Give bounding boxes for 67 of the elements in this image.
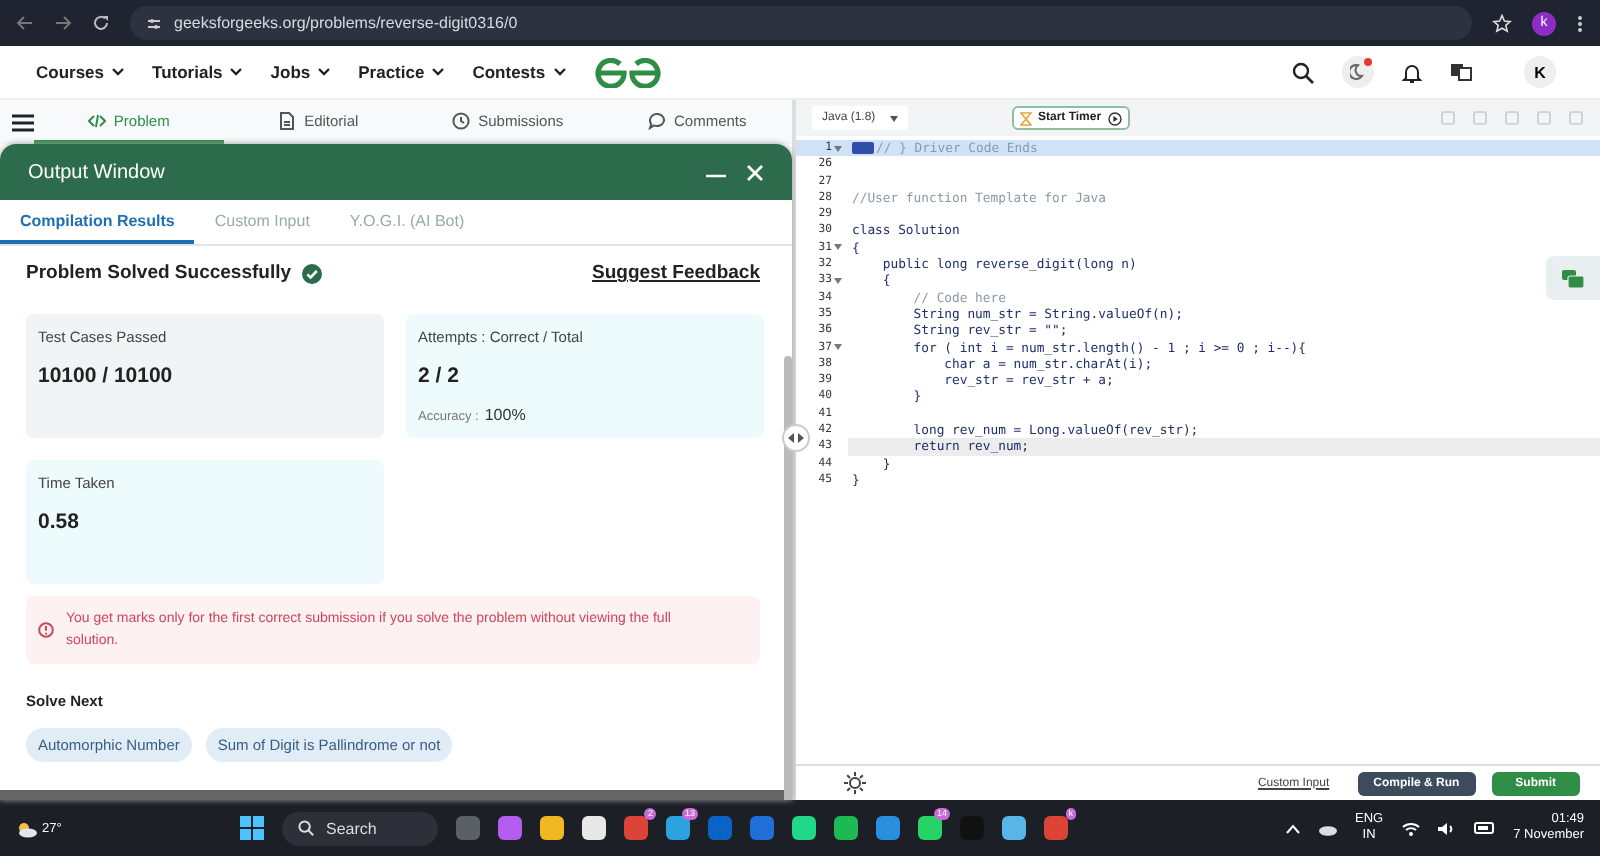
volume-icon[interactable] [1437, 821, 1456, 835]
app-icon[interactable] [1002, 816, 1026, 840]
chevron-icon [318, 68, 331, 76]
chevron-up-icon[interactable] [1285, 823, 1299, 833]
arrows-icon [788, 432, 804, 444]
app-icon[interactable] [582, 816, 606, 840]
close-icon[interactable] [746, 163, 764, 181]
check-circle-icon [301, 263, 322, 283]
chevron-icon [112, 68, 125, 76]
status-message: Problem Solved Successfully [26, 262, 292, 284]
nav-menu[interactable]: Contests [472, 62, 566, 82]
chevron-icon [553, 68, 566, 76]
folded-code-marker[interactable] [852, 142, 874, 155]
fold-arrow-icon[interactable] [834, 278, 842, 285]
moon-icon [1350, 64, 1366, 80]
search-field[interactable]: Search [282, 811, 438, 845]
caret-icon [890, 115, 898, 121]
fold-arrow-icon[interactable] [834, 145, 842, 152]
app-icon[interactable] [792, 816, 816, 840]
logo-icon [593, 57, 662, 87]
clock-icon [452, 111, 471, 129]
user-avatar[interactable]: K [1524, 56, 1556, 88]
battery-icon[interactable] [1473, 822, 1496, 834]
reload-icon[interactable] [92, 14, 110, 32]
chat-bubble-icon [647, 111, 666, 129]
hourglass-icon [1020, 111, 1032, 125]
app-icon[interactable] [540, 816, 564, 840]
feedback-link[interactable]: Suggest Feedback [592, 262, 760, 284]
app-icon[interactable] [834, 816, 858, 840]
nav-menu[interactable]: Courses [36, 62, 125, 82]
nav-menu[interactable]: Jobs [270, 62, 331, 82]
start-icon[interactable] [240, 816, 264, 840]
accuracy-value: 100% [484, 406, 526, 424]
output-tab[interactable]: Compilation Results [0, 200, 195, 244]
back-icon[interactable] [16, 14, 34, 32]
forward-icon[interactable] [54, 14, 72, 32]
nav-menu[interactable]: Tutorials [152, 62, 243, 82]
scrollbar[interactable] [784, 356, 792, 800]
card-value: 0.58 [38, 510, 81, 534]
notification-dot [1364, 58, 1372, 66]
more-icon[interactable] [1576, 13, 1584, 33]
bell-icon[interactable] [1402, 61, 1422, 83]
brightness-icon[interactable] [844, 772, 866, 794]
search-icon[interactable] [1292, 61, 1314, 83]
play-circle-icon [1107, 111, 1122, 125]
code-icon [87, 111, 106, 129]
nav-menu[interactable]: Practice [358, 62, 445, 82]
weather-icon [16, 819, 38, 837]
translate-icon[interactable] [1450, 62, 1472, 82]
fold-arrow-icon[interactable] [834, 344, 842, 351]
wifi-icon[interactable] [1401, 821, 1420, 835]
address-bar[interactable]: geeksforgeeks.org/problems/reverse-digit0316/0 [130, 6, 1472, 40]
card-value: 2 / 2 [418, 364, 461, 388]
dark-mode-button[interactable] [1342, 56, 1374, 88]
cloud-icon[interactable] [1317, 821, 1337, 835]
star-icon[interactable] [1492, 13, 1512, 33]
chat-icon [1562, 269, 1584, 287]
card-value: 10100 / 10100 [38, 364, 175, 388]
chevron-icon [432, 68, 445, 76]
chat-button[interactable] [1546, 256, 1600, 300]
site-settings-icon [146, 15, 162, 31]
info-icon [38, 622, 54, 638]
chevron-icon [230, 68, 243, 76]
window-title: Output Window [28, 161, 167, 183]
fold-arrow-icon[interactable] [834, 244, 842, 251]
menu-icon[interactable] [12, 113, 34, 131]
search-icon [298, 820, 314, 836]
